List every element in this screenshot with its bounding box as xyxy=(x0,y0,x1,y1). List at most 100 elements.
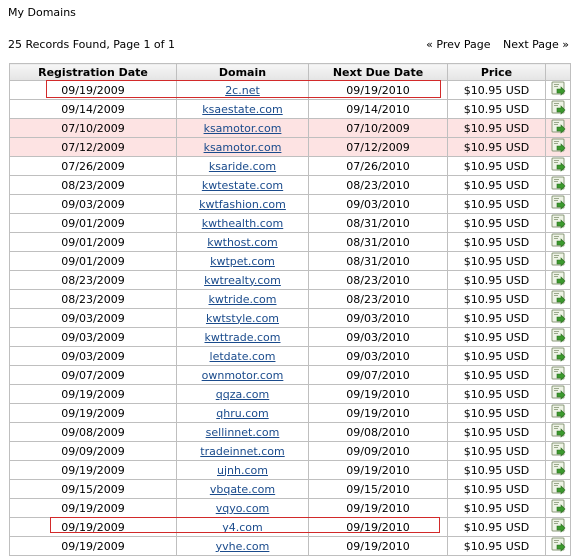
domain-link[interactable]: kwtestate.com xyxy=(202,179,283,192)
col-header-next-due-date[interactable]: Next Due Date xyxy=(308,63,448,81)
green-arrow-go-icon[interactable] xyxy=(551,442,566,460)
green-arrow-go-icon[interactable] xyxy=(551,233,566,251)
next-due-date-cell: 09/03/2010 xyxy=(308,194,448,214)
next-due-date-cell: 09/19/2010 xyxy=(308,80,448,100)
next-page-link[interactable]: Next Page » xyxy=(503,38,569,51)
domain-link[interactable]: yvhe.com xyxy=(216,540,270,553)
table-row: 09/15/2009 vbqate.com 09/15/2010 $10.95 USD xyxy=(9,479,571,499)
table-row: 09/19/2009 vqyo.com 09/19/2010 $10.95 USD xyxy=(9,498,571,518)
domain-cell: kwtrealty.com xyxy=(176,270,309,290)
domain-link[interactable]: ownmotor.com xyxy=(202,369,284,382)
green-arrow-go-icon[interactable] xyxy=(551,195,566,213)
green-arrow-go-icon[interactable] xyxy=(551,81,566,99)
green-arrow-go-icon[interactable] xyxy=(551,100,566,118)
domain-cell: y4.com xyxy=(176,517,309,537)
green-arrow-go-icon[interactable] xyxy=(551,499,566,517)
action-cell xyxy=(545,517,571,537)
green-arrow-go-icon[interactable] xyxy=(551,328,566,346)
domain-cell: kwtfashion.com xyxy=(176,194,309,214)
action-cell xyxy=(545,441,571,461)
prev-page-link[interactable]: « Prev Page xyxy=(426,38,490,51)
registration-date-cell: 09/19/2009 xyxy=(9,536,177,556)
green-arrow-go-icon[interactable] xyxy=(551,404,566,422)
domain-link[interactable]: letdate.com xyxy=(210,350,276,363)
green-arrow-go-icon[interactable] xyxy=(551,347,566,365)
table-row: 07/26/2009 ksaride.com 07/26/2010 $10.95 US… xyxy=(9,156,571,176)
green-arrow-go-icon[interactable] xyxy=(551,119,566,137)
domain-link[interactable]: vqyo.com xyxy=(216,502,270,515)
domain-link[interactable]: ujnh.com xyxy=(217,464,268,477)
price-cell: $10.95 USD xyxy=(447,80,546,100)
action-cell xyxy=(545,251,571,271)
domain-link[interactable]: ksamotor.com xyxy=(204,122,282,135)
green-arrow-go-icon[interactable] xyxy=(551,385,566,403)
domain-link[interactable]: kwtfashion.com xyxy=(199,198,286,211)
domain-link[interactable]: ksamotor.com xyxy=(204,141,282,154)
green-arrow-go-icon[interactable] xyxy=(551,537,566,555)
next-due-date-cell: 08/23/2010 xyxy=(308,270,448,290)
green-arrow-go-icon[interactable] xyxy=(551,461,566,479)
domain-cell: tradeinnet.com xyxy=(176,441,309,461)
domain-link[interactable]: tradeinnet.com xyxy=(200,445,284,458)
registration-date-cell: 09/19/2009 xyxy=(9,498,177,518)
green-arrow-go-icon[interactable] xyxy=(551,138,566,156)
domain-cell: kwtestate.com xyxy=(176,175,309,195)
green-arrow-go-icon[interactable] xyxy=(551,423,566,441)
next-due-date-cell: 09/19/2010 xyxy=(308,536,448,556)
price-cell: $10.95 USD xyxy=(447,308,546,328)
green-arrow-go-icon[interactable] xyxy=(551,518,566,536)
registration-date-cell: 09/19/2009 xyxy=(9,403,177,423)
domain-link[interactable]: kwthealth.com xyxy=(202,217,284,230)
action-cell xyxy=(545,365,571,385)
table-row: 09/07/2009 ownmotor.com 09/07/2010 $10.95 U… xyxy=(9,365,571,385)
table-row: 09/03/2009 kwtfashion.com 09/03/2010 $10.95… xyxy=(9,194,571,214)
domain-link[interactable]: kwttrade.com xyxy=(205,331,281,344)
domain-link[interactable]: kwthost.com xyxy=(207,236,277,249)
next-due-date-cell: 09/19/2010 xyxy=(308,403,448,423)
green-arrow-go-icon[interactable] xyxy=(551,214,566,232)
col-header-registration-date[interactable]: Registration Date xyxy=(9,63,177,81)
green-arrow-go-icon[interactable] xyxy=(551,252,566,270)
domain-link[interactable]: qqza.com xyxy=(216,388,269,401)
domain-link[interactable]: kwtstyle.com xyxy=(206,312,279,325)
green-arrow-go-icon[interactable] xyxy=(551,309,566,327)
domain-cell: ownmotor.com xyxy=(176,365,309,385)
registration-date-cell: 08/23/2009 xyxy=(9,289,177,309)
green-arrow-go-icon[interactable] xyxy=(551,176,566,194)
domain-link[interactable]: ksaestate.com xyxy=(202,103,282,116)
domain-link[interactable]: y4.com xyxy=(222,521,263,534)
registration-date-cell: 08/23/2009 xyxy=(9,175,177,195)
green-arrow-go-icon[interactable] xyxy=(551,157,566,175)
green-arrow-go-icon[interactable] xyxy=(551,290,566,308)
registration-date-cell: 07/26/2009 xyxy=(9,156,177,176)
action-cell xyxy=(545,346,571,366)
green-arrow-go-icon[interactable] xyxy=(551,480,566,498)
price-cell: $10.95 USD xyxy=(447,384,546,404)
next-due-date-cell: 09/08/2010 xyxy=(308,422,448,442)
domain-link[interactable]: qhru.com xyxy=(216,407,268,420)
table-row: 07/10/2009 ksamotor.com 07/10/2009 $10.95 U… xyxy=(9,118,571,138)
col-header-domain[interactable]: Domain xyxy=(176,63,309,81)
domain-link[interactable]: ksaride.com xyxy=(209,160,276,173)
domain-cell: letdate.com xyxy=(176,346,309,366)
price-cell: $10.95 USD xyxy=(447,365,546,385)
domain-link[interactable]: kwtride.com xyxy=(209,293,277,306)
domain-link[interactable]: sellinnet.com xyxy=(206,426,280,439)
green-arrow-go-icon[interactable] xyxy=(551,271,566,289)
next-due-date-cell: 08/23/2010 xyxy=(308,289,448,309)
action-cell xyxy=(545,194,571,214)
price-cell: $10.95 USD xyxy=(447,118,546,138)
domain-link[interactable]: 2c.net xyxy=(225,84,260,97)
domain-cell: ksamotor.com xyxy=(176,118,309,138)
col-header-price[interactable]: Price xyxy=(447,63,546,81)
green-arrow-go-icon[interactable] xyxy=(551,366,566,384)
action-cell xyxy=(545,498,571,518)
next-due-date-cell: 07/12/2009 xyxy=(308,137,448,157)
domain-link[interactable]: vbqate.com xyxy=(210,483,275,496)
table-row: 09/03/2009 kwtstyle.com 09/03/2010 $10.95 U… xyxy=(9,308,571,328)
registration-date-cell: 09/03/2009 xyxy=(9,327,177,347)
domain-link[interactable]: kwtrealty.com xyxy=(204,274,281,287)
registration-date-cell: 09/07/2009 xyxy=(9,365,177,385)
table-header-row: Registration Date Domain Next Due Date P… xyxy=(9,63,571,81)
domain-link[interactable]: kwtpet.com xyxy=(210,255,275,268)
